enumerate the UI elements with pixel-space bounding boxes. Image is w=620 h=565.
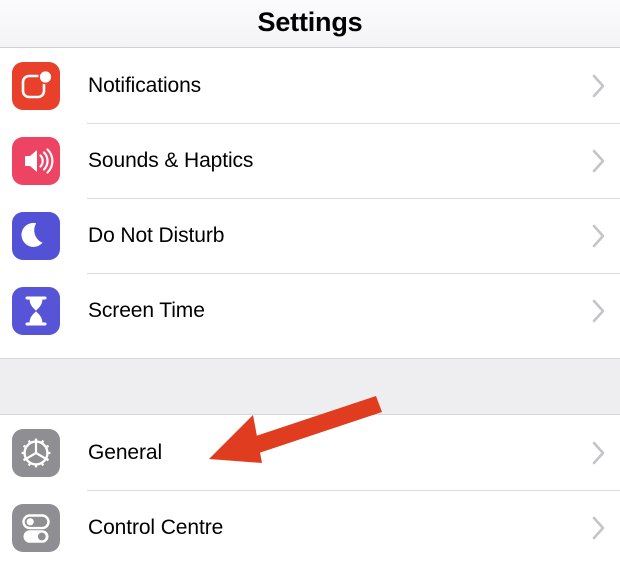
- settings-row-general[interactable]: General: [0, 415, 620, 490]
- chevron-right-icon: [592, 440, 606, 466]
- settings-section-system: General Control Centre: [0, 415, 620, 565]
- navigation-bar: Settings: [0, 0, 620, 48]
- settings-row-label: General: [88, 440, 163, 464]
- settings-section-primary: Notifications Sounds & Haptics Do Not Di…: [0, 48, 620, 358]
- section-gap: [0, 358, 620, 415]
- gear-icon: [12, 428, 60, 477]
- settings-row-label: Screen Time: [88, 298, 205, 322]
- settings-row-label: Control Centre: [88, 515, 224, 539]
- chevron-right-icon: [592, 73, 606, 99]
- settings-screen: Settings Notifications Sounds & Haptics …: [0, 0, 620, 565]
- settings-row-control-centre[interactable]: Control Centre: [0, 490, 620, 565]
- settings-row-sounds-haptics[interactable]: Sounds & Haptics: [0, 123, 620, 198]
- settings-row-label: Notifications: [88, 73, 202, 97]
- chevron-right-icon: [592, 298, 606, 324]
- page-title: Settings: [257, 7, 363, 37]
- settings-row-do-not-disturb[interactable]: Do Not Disturb: [0, 198, 620, 273]
- chevron-right-icon: [592, 223, 606, 249]
- hourglass-icon: [12, 286, 60, 335]
- moon-icon: [12, 211, 60, 260]
- settings-row-notifications[interactable]: Notifications: [0, 48, 620, 123]
- bell-badge-icon: [12, 61, 60, 110]
- chevron-right-icon: [592, 515, 606, 541]
- toggles-icon: [12, 503, 60, 552]
- chevron-right-icon: [592, 148, 606, 174]
- settings-row-screen-time[interactable]: Screen Time: [0, 273, 620, 348]
- settings-row-label: Sounds & Haptics: [88, 148, 254, 172]
- speaker-wave-icon: [12, 136, 60, 185]
- settings-row-label: Do Not Disturb: [88, 223, 225, 247]
